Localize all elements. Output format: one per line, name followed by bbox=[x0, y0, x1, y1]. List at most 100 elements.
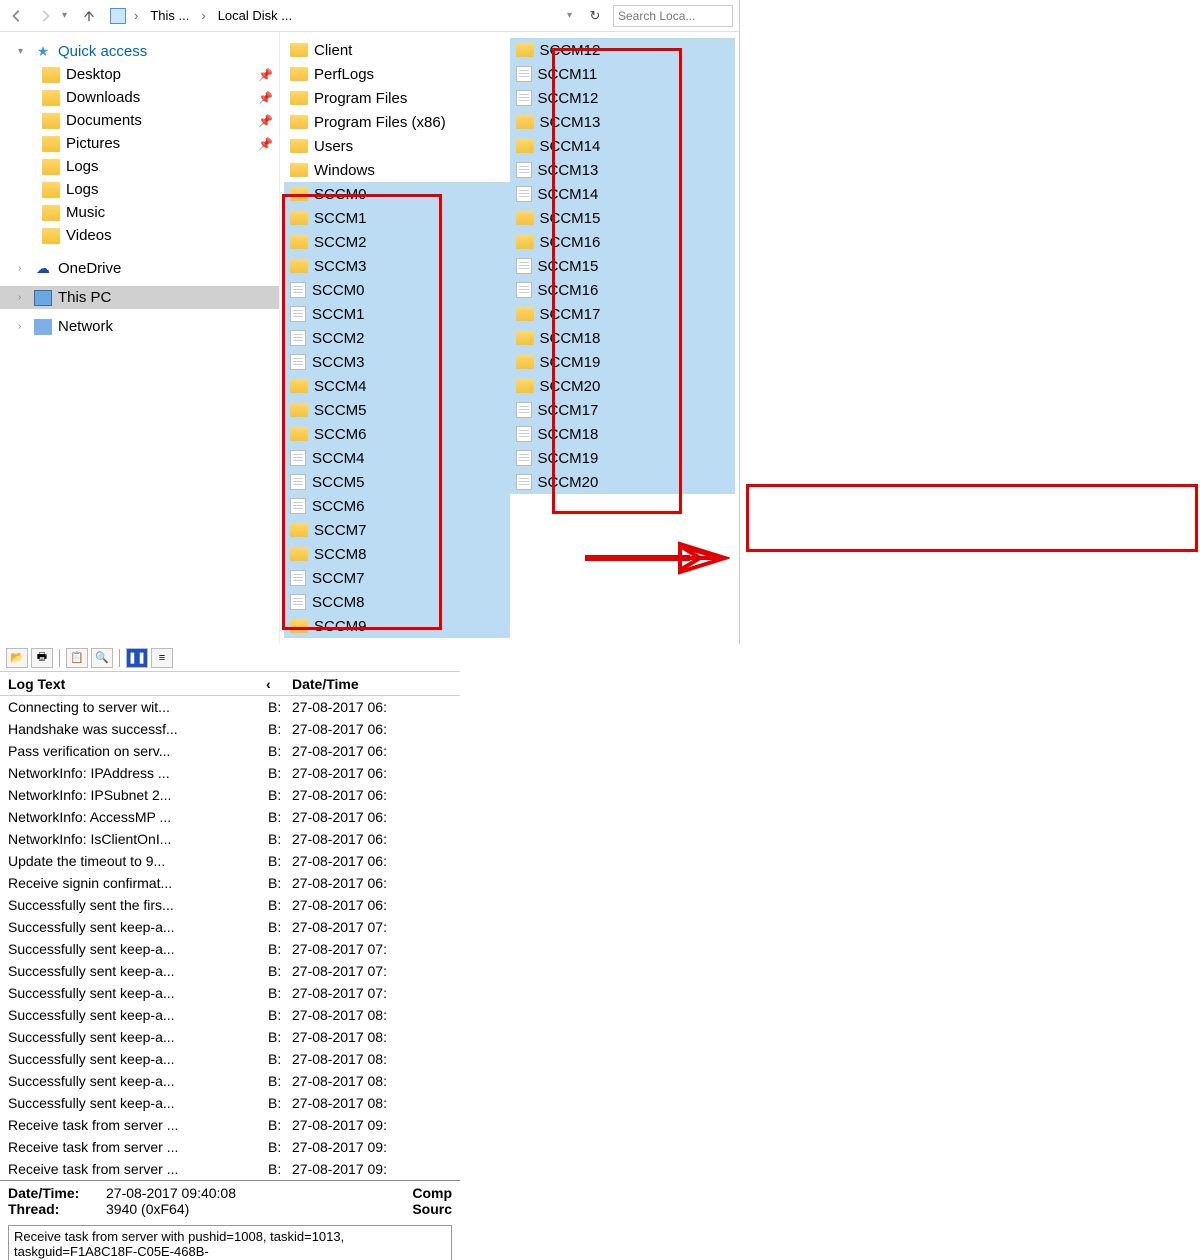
breadcrumb-local-disk[interactable]: Local Disk ... bbox=[214, 8, 296, 23]
log-message[interactable]: Receive task from server with pushid=100… bbox=[8, 1225, 452, 1260]
breadcrumb-this-pc[interactable]: This ... bbox=[146, 8, 193, 23]
log-row[interactable]: Connecting to server wit...B:27-08-2017 … bbox=[0, 696, 460, 718]
log-row[interactable]: Successfully sent keep-a...B:27-08-2017 … bbox=[0, 1004, 460, 1026]
tree-pictures[interactable]: Pictures📌 bbox=[0, 132, 279, 155]
tree-documents[interactable]: Documents📌 bbox=[0, 109, 279, 132]
pause-button[interactable]: ❚❚ bbox=[126, 648, 148, 668]
list-item[interactable]: SCCM4 bbox=[284, 374, 510, 398]
tree-logs[interactable]: Logs bbox=[0, 155, 279, 178]
log-row[interactable]: Receive task from server ...B:27-08-2017… bbox=[0, 1158, 460, 1180]
list-item[interactable]: SCCM2 bbox=[284, 326, 510, 350]
tree-onedrive[interactable]: ›☁OneDrive bbox=[0, 257, 279, 280]
tree-videos[interactable]: Videos bbox=[0, 224, 279, 247]
refresh-button[interactable]: ↻ bbox=[583, 8, 607, 24]
list-item[interactable]: SCCM15 bbox=[510, 254, 736, 278]
tree-network[interactable]: ›Network bbox=[0, 315, 279, 338]
log-row[interactable]: Successfully sent keep-a...B:27-08-2017 … bbox=[0, 1048, 460, 1070]
list-item[interactable]: SCCM7 bbox=[284, 518, 510, 542]
log-row[interactable]: Receive task from server ...B:27-08-2017… bbox=[0, 1136, 460, 1158]
chevron-down-icon[interactable]: ▾ bbox=[567, 10, 577, 21]
log-row[interactable]: Successfully sent keep-a...B:27-08-2017 … bbox=[0, 982, 460, 1004]
list-item[interactable]: SCCM9 bbox=[284, 614, 510, 638]
list-item[interactable]: SCCM5 bbox=[284, 398, 510, 422]
list-item[interactable]: SCCM13 bbox=[510, 110, 736, 134]
tree-desktop[interactable]: Desktop📌 bbox=[0, 63, 279, 86]
log-row[interactable]: Successfully sent keep-a...B:27-08-2017 … bbox=[0, 960, 460, 982]
log-text: NetworkInfo: AccessMP ... bbox=[0, 809, 266, 825]
list-item[interactable]: SCCM3 bbox=[284, 350, 510, 374]
list-item[interactable]: SCCM8 bbox=[284, 542, 510, 566]
list-view-button[interactable]: ≡ bbox=[151, 648, 173, 668]
list-item[interactable]: SCCM3 bbox=[284, 254, 510, 278]
log-row[interactable]: Handshake was successf...B:27-08-2017 06… bbox=[0, 718, 460, 740]
list-item-label: SCCM12 bbox=[538, 90, 599, 107]
list-item[interactable]: SCCM11 bbox=[510, 62, 736, 86]
list-item[interactable]: SCCM1 bbox=[284, 206, 510, 230]
tree-music[interactable]: Music bbox=[0, 201, 279, 224]
tree-quick-access[interactable]: ▾★Quick access bbox=[0, 40, 279, 63]
list-item[interactable]: SCCM0 bbox=[284, 278, 510, 302]
log-row[interactable]: Receive signin confirmat...B:27-08-2017 … bbox=[0, 872, 460, 894]
list-item[interactable]: Users bbox=[284, 134, 510, 158]
list-item[interactable]: SCCM20 bbox=[510, 470, 736, 494]
list-item[interactable]: SCCM20 bbox=[510, 374, 736, 398]
folder-icon bbox=[516, 139, 534, 153]
log-row[interactable]: NetworkInfo: IPAddress ...B:27-08-2017 0… bbox=[0, 762, 460, 784]
log-row[interactable]: Successfully sent keep-a...B:27-08-2017 … bbox=[0, 916, 460, 938]
tree-downloads[interactable]: Downloads📌 bbox=[0, 86, 279, 109]
log-header-date[interactable]: Date/Time bbox=[286, 676, 460, 692]
log-header-text[interactable]: Log Text bbox=[0, 676, 266, 692]
chevron-down-icon[interactable]: ▾ bbox=[62, 10, 72, 21]
log-row[interactable]: Update the timeout to 9...B:27-08-2017 0… bbox=[0, 850, 460, 872]
log-row[interactable]: Pass verification on serv...B:27-08-2017… bbox=[0, 740, 460, 762]
copy-button[interactable]: 📋 bbox=[66, 648, 88, 668]
list-item[interactable]: SCCM12 bbox=[510, 86, 736, 110]
list-item[interactable]: SCCM6 bbox=[284, 494, 510, 518]
list-item[interactable]: SCCM13 bbox=[510, 158, 736, 182]
log-row[interactable]: NetworkInfo: AccessMP ...B:27-08-2017 06… bbox=[0, 806, 460, 828]
tree-this-pc[interactable]: ›This PC bbox=[0, 286, 279, 309]
open-button[interactable]: 📂 bbox=[6, 648, 28, 668]
list-item[interactable]: SCCM12 bbox=[510, 38, 736, 62]
list-item[interactable]: SCCM18 bbox=[510, 326, 736, 350]
log-row[interactable]: Successfully sent the firs...B:27-08-201… bbox=[0, 894, 460, 916]
list-item[interactable]: SCCM19 bbox=[510, 350, 736, 374]
log-row[interactable]: Successfully sent keep-a...B:27-08-2017 … bbox=[0, 1092, 460, 1114]
list-item[interactable]: Program Files (x86) bbox=[284, 110, 510, 134]
list-item[interactable]: SCCM16 bbox=[510, 278, 736, 302]
tree-logs[interactable]: Logs bbox=[0, 178, 279, 201]
list-item[interactable]: SCCM6 bbox=[284, 422, 510, 446]
log-row[interactable]: Successfully sent keep-a...B:27-08-2017 … bbox=[0, 1026, 460, 1048]
list-item[interactable]: Windows bbox=[284, 158, 510, 182]
print-button[interactable]: 🖶 bbox=[31, 648, 53, 668]
list-item[interactable]: SCCM8 bbox=[284, 590, 510, 614]
nav-forward-button[interactable] bbox=[34, 5, 56, 27]
list-item[interactable]: PerfLogs bbox=[284, 62, 510, 86]
list-item[interactable]: SCCM18 bbox=[510, 422, 736, 446]
list-item[interactable]: SCCM2 bbox=[284, 230, 510, 254]
list-item[interactable]: SCCM19 bbox=[510, 446, 736, 470]
list-item[interactable]: Program Files bbox=[284, 86, 510, 110]
list-item[interactable]: SCCM14 bbox=[510, 134, 736, 158]
log-row[interactable]: NetworkInfo: IPSubnet 2...B:27-08-2017 0… bbox=[0, 784, 460, 806]
list-item[interactable]: SCCM1 bbox=[284, 302, 510, 326]
list-item[interactable]: SCCM7 bbox=[284, 566, 510, 590]
log-row[interactable]: Successfully sent keep-a...B:27-08-2017 … bbox=[0, 938, 460, 960]
nav-back-button[interactable] bbox=[6, 5, 28, 27]
list-item[interactable]: SCCM14 bbox=[510, 182, 736, 206]
list-item[interactable]: SCCM0 bbox=[284, 182, 510, 206]
nav-up-button[interactable] bbox=[78, 5, 100, 27]
list-item[interactable]: SCCM5 bbox=[284, 470, 510, 494]
find-button[interactable]: 🔍 bbox=[91, 648, 113, 668]
log-header-scroll[interactable]: ‹ bbox=[266, 676, 286, 692]
list-item[interactable]: SCCM15 bbox=[510, 206, 736, 230]
log-row[interactable]: Receive task from server ...B:27-08-2017… bbox=[0, 1114, 460, 1136]
list-item[interactable]: Client bbox=[284, 38, 510, 62]
list-item[interactable]: SCCM17 bbox=[510, 302, 736, 326]
list-item[interactable]: SCCM16 bbox=[510, 230, 736, 254]
log-row[interactable]: Successfully sent keep-a...B:27-08-2017 … bbox=[0, 1070, 460, 1092]
search-input[interactable]: Search Loca... bbox=[613, 5, 733, 27]
log-row[interactable]: NetworkInfo: IsClientOnI...B:27-08-2017 … bbox=[0, 828, 460, 850]
list-item[interactable]: SCCM4 bbox=[284, 446, 510, 470]
list-item[interactable]: SCCM17 bbox=[510, 398, 736, 422]
